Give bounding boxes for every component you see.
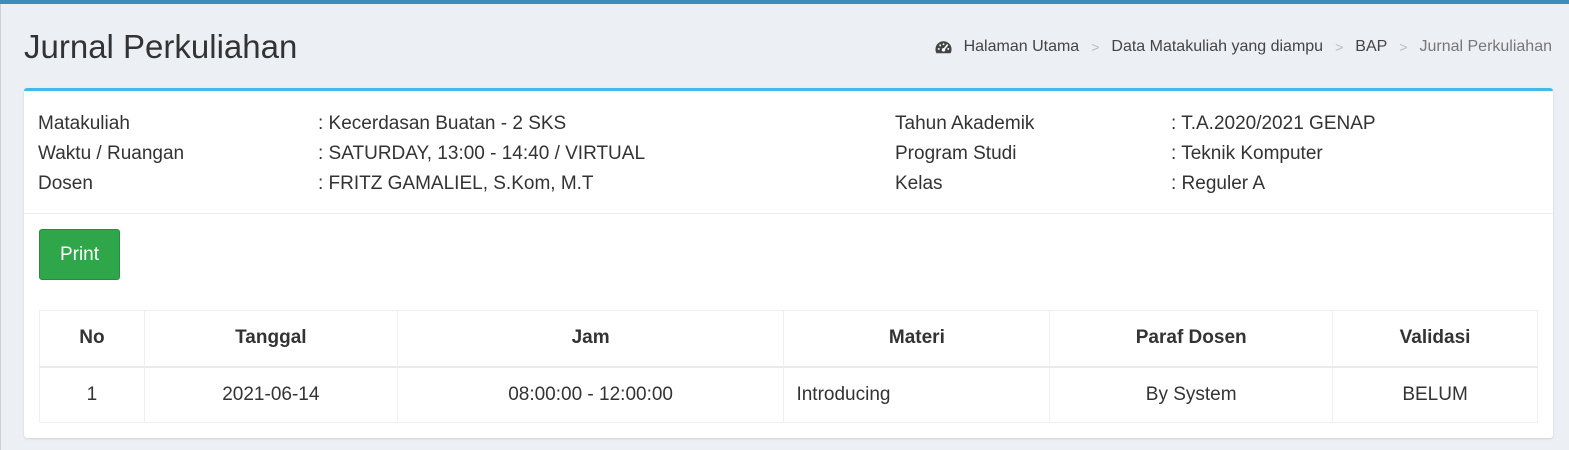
page-title: Jurnal Perkuliahan (24, 28, 298, 65)
top-accent-bar (0, 0, 1569, 4)
info-label: Tahun Akademik (895, 113, 1035, 134)
column-header-paraf-dosen: Paraf Dosen (1049, 310, 1334, 368)
column-header-validasi: Validasi (1332, 310, 1538, 368)
journal-table: No Tanggal Jam Materi Paraf Dosen Valida… (39, 310, 1538, 423)
breadcrumb-current: Jurnal Perkuliahan (1419, 38, 1552, 55)
cell-no: 1 (39, 366, 145, 423)
journal-box: Matakuliah : Kecerdasan Buatan - 2 SKS W… (24, 88, 1553, 438)
content-header: Jurnal Perkuliahan Halaman Utama > Data … (24, 26, 1554, 72)
column-header-tanggal: Tanggal (143, 310, 398, 368)
info-label: Waktu / Ruangan (38, 143, 185, 164)
cell-validasi: BELUM (1332, 366, 1538, 423)
cell-tanggal: 2021-06-14 (143, 366, 398, 423)
column-header-jam: Jam (396, 310, 785, 368)
info-value: : Teknik Komputer (1171, 143, 1323, 164)
info-value: : Reguler A (1171, 173, 1265, 194)
info-value: : SATURDAY, 13:00 - 14:40 / VIRTUAL (318, 143, 646, 164)
cell-jam: 08:00:00 - 12:00:00 (396, 366, 785, 423)
info-label: Matakuliah (38, 113, 130, 134)
breadcrumb-bap[interactable]: BAP (1355, 38, 1387, 56)
table-header-row: No Tanggal Jam Materi Paraf Dosen Valida… (39, 310, 1538, 368)
breadcrumb-home[interactable]: Halaman Utama (964, 38, 1080, 56)
cell-materi: Introducing (783, 366, 1051, 423)
breadcrumb-separator: > (1091, 39, 1100, 55)
info-label: Dosen (38, 173, 93, 194)
breadcrumb-separator: > (1399, 39, 1408, 55)
sidebar-edge (0, 4, 1, 450)
info-label: Program Studi (895, 143, 1017, 164)
dashboard-icon (935, 41, 952, 54)
breadcrumb-separator: > (1335, 39, 1344, 55)
course-info: Matakuliah : Kecerdasan Buatan - 2 SKS W… (24, 91, 1553, 214)
cell-paraf-dosen: By System (1049, 366, 1334, 423)
info-value: : T.A.2020/2021 GENAP (1171, 113, 1376, 134)
column-header-no: No (39, 310, 145, 368)
breadcrumb: Halaman Utama > Data Matakuliah yang dia… (934, 38, 1552, 56)
column-header-materi: Materi (783, 310, 1051, 368)
info-value: : FRITZ GAMALIEL, S.Kom, M.T (318, 173, 594, 194)
print-button[interactable]: Print (39, 229, 120, 280)
info-label: Kelas (895, 173, 943, 194)
info-value: : Kecerdasan Buatan - 2 SKS (318, 113, 567, 134)
table-row: 1 2021-06-14 08:00:00 - 12:00:00 Introdu… (39, 366, 1538, 423)
breadcrumb-matakuliah[interactable]: Data Matakuliah yang diampu (1111, 38, 1323, 56)
